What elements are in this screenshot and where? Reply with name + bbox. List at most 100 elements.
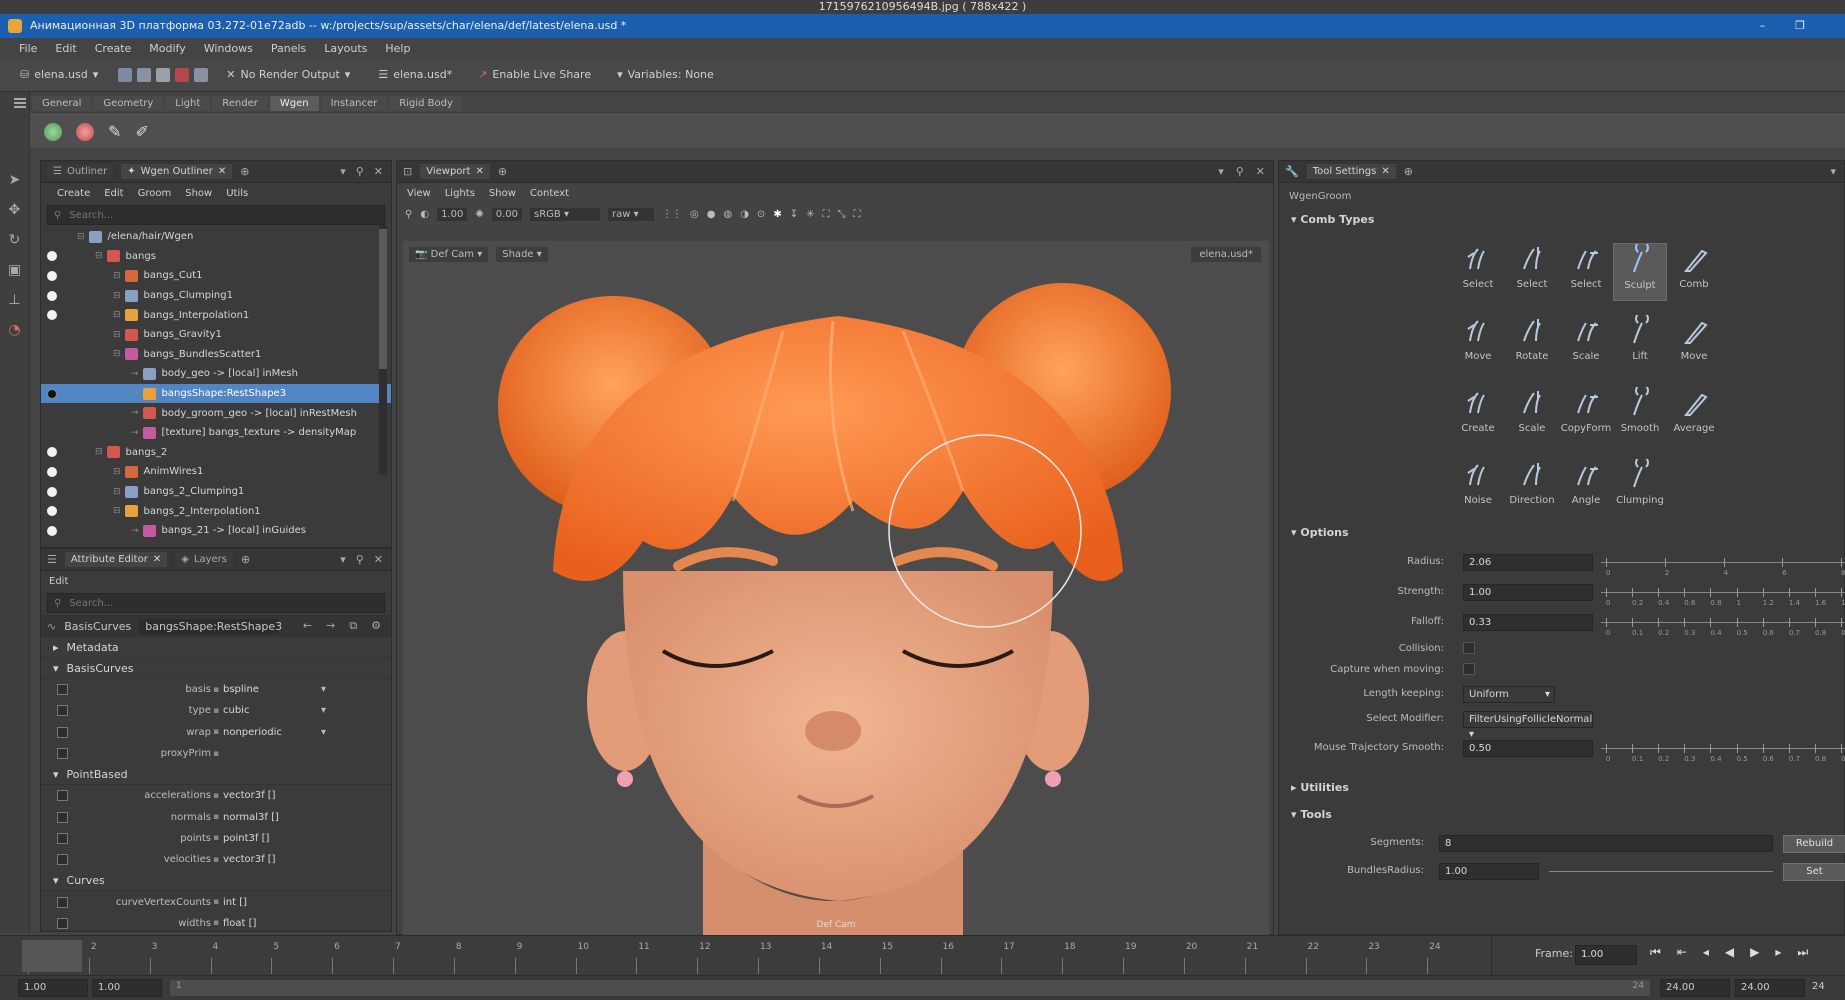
attribute-menu-edit[interactable]: Edit <box>49 576 68 587</box>
comb-tool-select[interactable]: Select <box>1451 243 1505 301</box>
fullscreen-icon[interactable]: ⛶ <box>853 209 860 220</box>
shelf-tab-rigid-body[interactable]: Rigid Body <box>389 95 463 111</box>
chevron-down-icon[interactable]: ▾ <box>1218 165 1224 178</box>
mouse-smooth-field[interactable]: 0.50 <box>1463 740 1593 757</box>
pin-icon[interactable]: ↧ <box>790 209 798 220</box>
shelf-tab-instancer[interactable]: Instancer <box>320 95 388 111</box>
attribute-value[interactable]: float [] <box>223 918 256 929</box>
search-icon[interactable]: ⚲ <box>356 165 364 178</box>
tab-tool-settings[interactable]: Tool Settings ✕ <box>1306 164 1396 179</box>
wireframe-icon[interactable]: ◎ <box>690 209 699 220</box>
go-to-start-icon[interactable]: ⏮ <box>1650 945 1661 960</box>
tree-row[interactable]: ⊟ AnimWires1 <box>41 462 391 482</box>
outliner-menu-create[interactable]: Create <box>57 188 90 199</box>
bundles-radius-field[interactable]: 1.00 <box>1439 863 1539 880</box>
current-frame-marker[interactable] <box>22 940 82 972</box>
arrow-select-icon[interactable]: ➤ <box>7 172 23 188</box>
tab-viewport[interactable]: Viewport ✕ <box>420 164 490 179</box>
menu-layouts[interactable]: Layouts <box>317 42 374 55</box>
menu-file[interactable]: File <box>12 42 44 55</box>
timeline-ruler[interactable]: 123456789101112131415161718192021222324 <box>22 936 1492 976</box>
chevron-down-icon[interactable]: ▾ <box>321 684 326 695</box>
expand-icon[interactable]: ⊟ <box>113 506 121 516</box>
comb-tool-scale[interactable]: Scale <box>1559 315 1613 373</box>
expand-icon[interactable]: ⊟ <box>95 251 103 261</box>
light-bulb-icon[interactable]: ✱ <box>773 209 781 220</box>
keyable-icon[interactable]: ▪ <box>213 855 219 865</box>
visibility-dot[interactable] <box>47 525 57 536</box>
range-start-inner-field[interactable]: 1.00 <box>92 979 162 997</box>
segments-field[interactable]: 8 <box>1439 835 1773 852</box>
pivot-icon[interactable]: ⊥ <box>7 292 23 308</box>
attribute-checkbox[interactable] <box>57 726 68 738</box>
gamma-value[interactable]: 0.00 <box>491 207 522 221</box>
visibility-dot[interactable] <box>47 251 57 262</box>
comb-tool-move[interactable]: Move <box>1667 315 1721 373</box>
attribute-checkbox[interactable] <box>57 705 68 717</box>
menu-panels[interactable]: Panels <box>264 42 313 55</box>
brush-icon[interactable]: ◔ <box>7 322 23 338</box>
close-icon[interactable]: ✕ <box>374 553 383 566</box>
attribute-search[interactable]: ⚲ Search... <box>47 593 385 613</box>
groom-brush-icon[interactable]: ✐ <box>135 122 148 141</box>
tree-row[interactable]: ⊟ bangs_Clumping1 <box>41 286 391 306</box>
attribute-section[interactable]: ▾ Curves <box>41 870 391 892</box>
tree-row[interactable]: → bangs_21 -> [local] inGuides <box>41 521 391 541</box>
timeline[interactable]: 123456789101112131415161718192021222324 … <box>0 935 1845 976</box>
attribute-checkbox[interactable] <box>57 917 68 929</box>
close-icon[interactable]: ✕ <box>153 554 161 565</box>
keyable-icon[interactable]: ▪ <box>213 918 219 928</box>
keyable-icon[interactable]: ▪ <box>213 791 219 801</box>
comb-tool-rotate[interactable]: Rotate <box>1505 315 1559 373</box>
shelf-tab-general[interactable]: General <box>32 95 92 111</box>
render-output-dropdown[interactable]: ✕ No Render Output ▾ <box>226 68 350 81</box>
radius-field[interactable]: 2.06 <box>1463 554 1593 571</box>
expand-icon[interactable]: ⊟ <box>77 232 85 242</box>
step-back-icon[interactable]: ◂ <box>1703 945 1709 960</box>
attribute-checkbox[interactable] <box>57 811 68 823</box>
copy-icon[interactable]: ⧉ <box>349 619 357 633</box>
close-icon[interactable]: ✕ <box>1256 165 1265 178</box>
section-tools[interactable]: ▾ Tools <box>1291 808 1332 821</box>
outliner-search[interactable]: ⚲ Search... <box>47 205 385 225</box>
close-icon[interactable]: ✕ <box>218 166 226 177</box>
search-icon[interactable]: ⚲ <box>356 553 364 566</box>
rotate-icon[interactable]: ↻ <box>7 232 23 248</box>
menu-modify[interactable]: Modify <box>142 42 192 55</box>
attribute-value[interactable]: vector3f [] <box>223 854 276 865</box>
outliner-search-input[interactable]: Search... <box>69 210 113 221</box>
visibility-dot[interactable] <box>47 486 57 497</box>
comb-tool-select[interactable]: Select <box>1505 243 1559 301</box>
tab-layers[interactable]: ◈ Layers <box>175 552 233 567</box>
attribute-value[interactable]: point3f [] <box>223 833 269 844</box>
attribute-checkbox[interactable] <box>57 790 68 802</box>
expand-icon[interactable]: ⊟ <box>113 467 121 477</box>
attribute-search-input[interactable]: Search... <box>69 598 113 609</box>
expand-icon[interactable]: ⊟ <box>113 310 121 320</box>
viewport-menu-show[interactable]: Show <box>489 188 516 199</box>
comb-tool-scale[interactable]: Scale <box>1505 387 1559 445</box>
attribute-checkbox[interactable] <box>57 832 68 844</box>
exposure-value[interactable]: 1.00 <box>437 207 468 221</box>
search-icon[interactable]: ⚲ <box>405 209 412 220</box>
chevron-down-icon[interactable]: ▾ <box>340 553 346 566</box>
go-to-end-icon[interactable]: ⏭ <box>1797 945 1808 960</box>
tree-row[interactable]: ⊟ bangs_2_Interpolation1 <box>41 501 391 521</box>
length-keeping-dropdown[interactable]: Uniform ▾ <box>1463 686 1555 703</box>
rebuild-button[interactable]: Rebuild <box>1783 835 1845 853</box>
stage-selector[interactable]: ⛁ elena.usd ▾ <box>20 68 98 81</box>
menu-windows[interactable]: Windows <box>197 42 260 55</box>
add-tab-icon[interactable]: ⊕ <box>498 165 507 178</box>
tree-row[interactable]: ⊟ bangs <box>41 247 391 267</box>
attribute-value[interactable]: normal3f [] <box>223 812 279 823</box>
viewport-canvas[interactable]: 📷 Def Cam ▾ Shade ▾ elena.usd* Def Cam <box>403 241 1269 936</box>
layer-selector[interactable]: ☰ elena.usd* <box>378 68 452 81</box>
viewport-menu-lights[interactable]: Lights <box>445 188 475 199</box>
frame-selected-icon[interactable]: ⤡ <box>837 209 845 220</box>
scale-icon[interactable]: ▣ <box>7 262 23 278</box>
outliner-menu-groom[interactable]: Groom <box>138 188 172 199</box>
attribute-checkbox[interactable] <box>57 684 68 696</box>
camera-dropdown[interactable]: 📷 Def Cam ▾ <box>409 247 489 262</box>
arrow-right-icon[interactable]: → <box>326 619 335 633</box>
tree-row[interactable]: ⊟ bangs_Cut1 <box>41 266 391 286</box>
